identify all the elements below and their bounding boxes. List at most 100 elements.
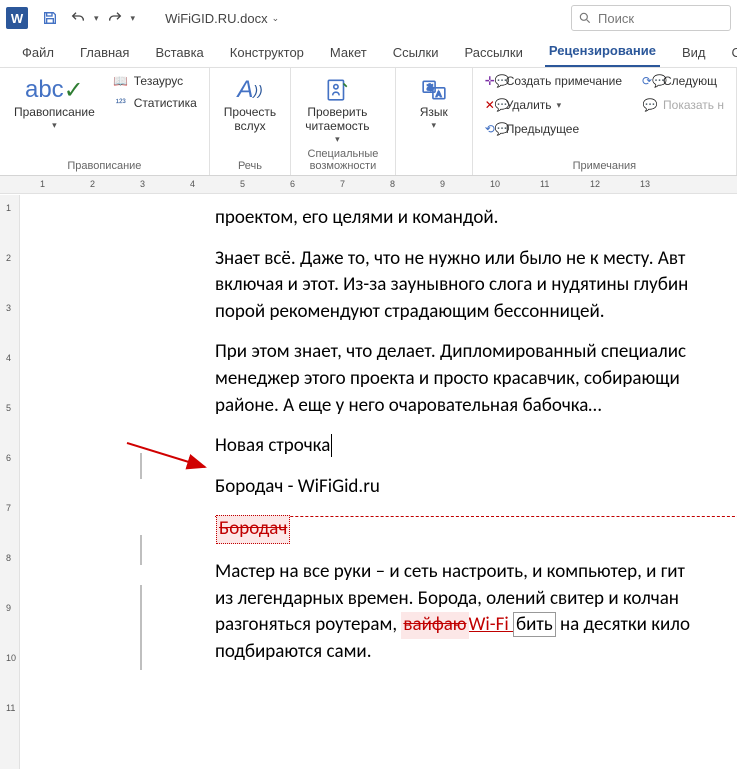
- group-accessibility-label: Специальные возможности: [299, 148, 387, 174]
- undo-icon[interactable]: [66, 6, 90, 30]
- ruler-tick: 3: [6, 303, 11, 313]
- language-caret-icon: ▾: [431, 120, 436, 131]
- ruler-tick: 4: [6, 353, 11, 363]
- tab-design[interactable]: Конструктор: [226, 39, 308, 67]
- previous-comment-label: Предыдущее: [506, 122, 579, 136]
- paragraph[interactable]: районе. А еще у него очаровательная бабо…: [215, 393, 737, 420]
- paragraph[interactable]: Бородач - WiFiGid.ru: [215, 474, 737, 501]
- tab-view[interactable]: Вид: [678, 39, 710, 67]
- ruler-tick: 9: [6, 603, 11, 613]
- ruler-tick: 6: [6, 453, 11, 463]
- svg-text:あ: あ: [426, 83, 434, 92]
- ruler-tick: 5: [6, 403, 11, 413]
- ruler-tick: 7: [6, 503, 11, 513]
- statistics-icon: ¹²³: [113, 98, 129, 109]
- thesaurus-button[interactable]: 📖 Тезаурус: [109, 72, 201, 90]
- spelling-button[interactable]: abc✓ Правописание ▾: [8, 72, 101, 133]
- tab-help[interactable]: Справка: [728, 39, 737, 67]
- svg-text:A: A: [436, 90, 442, 99]
- ruler-tick: 1: [40, 179, 45, 189]
- paragraph-inserted[interactable]: Новая строчка: [215, 433, 737, 460]
- deleted-text: Бородач: [216, 515, 290, 544]
- change-bar: [140, 585, 142, 670]
- redo-icon[interactable]: [103, 6, 127, 30]
- ruler-tick: 7: [340, 179, 345, 189]
- ruler-tick: 8: [6, 553, 11, 563]
- paragraph[interactable]: При этом знает, что делает. Дипломирован…: [215, 339, 737, 366]
- tab-layout[interactable]: Макет: [326, 39, 371, 67]
- statistics-button[interactable]: ¹²³ Статистика: [109, 94, 201, 112]
- group-speech-label: Речь: [218, 160, 282, 174]
- ruler-tick: 11: [540, 179, 549, 189]
- paragraph[interactable]: менеджер этого проекта и просто красавчи…: [215, 366, 737, 393]
- previous-comment-button[interactable]: ⟲💬 Предыдущее: [481, 120, 626, 138]
- vertical-ruler[interactable]: 1 2 3 4 5 6 7 8 9 10 11: [0, 195, 20, 769]
- ruler-tick: 2: [6, 253, 11, 263]
- document-title[interactable]: WiFiGID.RU.docx ⌄: [165, 11, 279, 26]
- text-run: на десятки кило: [556, 613, 690, 636]
- search-icon: [578, 11, 592, 25]
- text-run: разгоняться роутерам,: [215, 613, 401, 636]
- new-comment-button[interactable]: ✛💬 Создать примечание: [481, 72, 626, 90]
- ruler-tick: 10: [6, 653, 16, 663]
- paragraph[interactable]: Мастер на все руки – и сеть настроить, и…: [215, 559, 737, 586]
- spelling-label: Правописание: [14, 106, 95, 120]
- ruler-tick: 4: [190, 179, 195, 189]
- accessibility-button[interactable]: Проверить читаемость ▾: [299, 72, 375, 147]
- read-aloud-label: Прочесть вслух: [224, 106, 276, 134]
- undo-dropdown-icon[interactable]: ▾: [94, 13, 99, 24]
- delete-comment-button[interactable]: ✕💬 Удалить ▾: [481, 96, 626, 114]
- delete-comment-icon: ✕💬: [485, 98, 501, 112]
- show-comments-label: Показать н: [663, 98, 724, 112]
- tab-file[interactable]: Файл: [18, 39, 58, 67]
- ruler-tick: 11: [6, 703, 15, 713]
- ruler-tick: 2: [90, 179, 95, 189]
- annotation-arrow: [125, 441, 210, 471]
- statistics-label: Статистика: [134, 96, 197, 110]
- search-input[interactable]: Поиск: [571, 5, 731, 31]
- tab-review[interactable]: Рецензирование: [545, 37, 660, 67]
- show-comments-button[interactable]: 💬 Показать н: [638, 96, 728, 114]
- ruler-tick: 6: [290, 179, 295, 189]
- paragraph[interactable]: включая и этот. Из-за заунывного слога и…: [215, 272, 737, 299]
- paragraph[interactable]: Знает всё. Даже то, что не нужно или был…: [215, 246, 737, 273]
- thesaurus-icon: 📖: [113, 74, 129, 88]
- paragraph[interactable]: из легендарных времен. Борода, олений св…: [215, 586, 737, 613]
- accessibility-icon: [324, 74, 350, 106]
- next-comment-button[interactable]: ⟳💬 Следующ: [638, 72, 728, 90]
- paragraph[interactable]: разгоняться роутерам, вайфаю Wi-Fi бить …: [215, 612, 737, 639]
- thesaurus-label: Тезаурус: [134, 74, 183, 88]
- tab-mailings[interactable]: Рассылки: [460, 39, 526, 67]
- tab-home[interactable]: Главная: [76, 39, 133, 67]
- ruler-tick: 5: [240, 179, 245, 189]
- read-aloud-button[interactable]: A)) Прочесть вслух: [218, 72, 282, 136]
- ruler-tick: 10: [490, 179, 500, 189]
- language-button[interactable]: あA Язык ▾: [404, 72, 464, 133]
- change-bar: [140, 453, 142, 479]
- tab-references[interactable]: Ссылки: [389, 39, 443, 67]
- deletion-line: [215, 516, 737, 517]
- previous-comment-icon: ⟲💬: [485, 122, 501, 136]
- inserted-text: Wi-Fi: [469, 613, 513, 636]
- boxed-text: бить: [513, 612, 556, 637]
- document-page[interactable]: проектом, его целями и командой. Знает в…: [20, 195, 737, 769]
- paragraph[interactable]: порой рекомендуют страдающим бессонницей…: [215, 299, 737, 326]
- ruler-tick: 1: [6, 203, 11, 213]
- save-icon[interactable]: [38, 6, 62, 30]
- tab-insert[interactable]: Вставка: [151, 39, 207, 67]
- new-comment-label: Создать примечание: [506, 74, 622, 88]
- document-title-text: WiFiGID.RU.docx: [165, 11, 268, 26]
- spelling-caret-icon: ▾: [52, 120, 57, 131]
- ribbon-tabs: Файл Главная Вставка Конструктор Макет С…: [0, 36, 737, 68]
- paragraph-deleted[interactable]: Бородач: [215, 514, 737, 545]
- qat-customize-icon[interactable]: ▾: [131, 13, 136, 24]
- read-aloud-icon: A)): [237, 74, 262, 106]
- ruler-tick: 3: [140, 179, 145, 189]
- paragraph[interactable]: проектом, его целями и командой.: [215, 205, 737, 232]
- accessibility-label: Проверить читаемость: [305, 106, 369, 134]
- paragraph[interactable]: подбираются сами.: [215, 639, 737, 666]
- change-bar: [140, 535, 142, 565]
- horizontal-ruler[interactable]: 12345678910111213: [0, 176, 737, 194]
- search-placeholder: Поиск: [598, 11, 634, 26]
- ruler-tick: 12: [590, 179, 600, 189]
